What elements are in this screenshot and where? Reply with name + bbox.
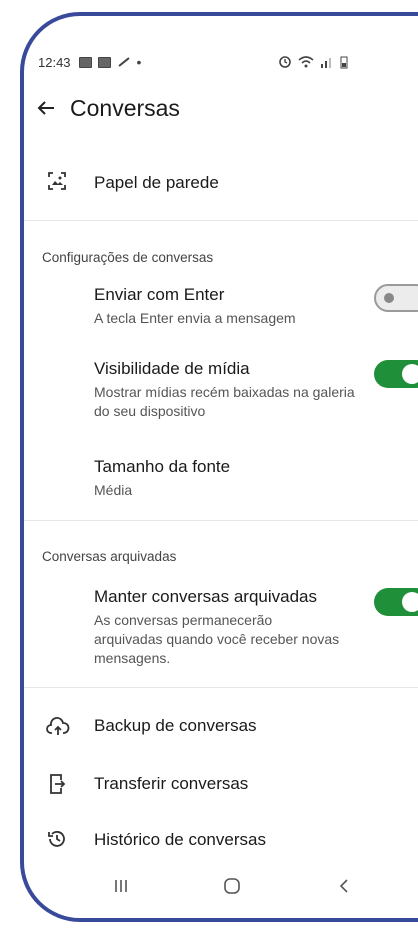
toggle-knob [402,592,418,612]
alarm-icon [279,56,291,68]
wifi-icon [298,56,314,68]
keep-archived-row[interactable]: Manter conversas arquivadas As conversas… [24,582,418,672]
home-icon[interactable] [220,874,244,898]
phone-transfer-icon [46,772,70,796]
screen: 12:43 • Conversas Papel de parede Config… [24,16,418,918]
media-icon [97,56,111,68]
page-title: Conversas [70,94,180,121]
app-bar: Conversas [34,88,180,128]
keep-archived-toggle[interactable] [374,588,418,616]
wallpaper-row[interactable]: Papel de parede [24,154,418,214]
transfer-row[interactable]: Transferir conversas [24,764,418,808]
divider [24,220,418,221]
history-icon [46,828,70,852]
phone-bezel: 12:43 • Conversas Papel de parede Config… [20,12,418,922]
history-label: Histórico de conversas [94,830,266,849]
device-frame: 12:43 • Conversas Papel de parede Config… [0,0,418,928]
system-icons [278,55,348,69]
enter-send-row[interactable]: Enviar com Enter A tecla Enter envia a m… [24,280,418,340]
back-nav-icon[interactable] [334,874,354,898]
backup-row[interactable]: Backup de conversas [24,706,418,750]
font-size-row[interactable]: Tamanho da fonte Média [24,452,418,502]
system-nav-bar [24,866,418,906]
font-size-title: Tamanho da fonte [94,457,231,476]
status-bar: 12:43 • [38,50,418,74]
toggle-knob [402,364,418,384]
notification-icons: • [78,54,142,70]
divider [24,687,418,688]
dot-icon: • [136,54,142,70]
wallpaper-icon [46,170,70,194]
transfer-label: Transferir conversas [94,774,249,793]
media-visibility-row[interactable]: Visibilidade de mídia Mostrar mídias rec… [24,354,418,434]
keep-archived-title: Manter conversas arquivadas [94,587,318,606]
battery-icon [340,56,348,68]
toggle-knob [384,293,394,303]
section-header-archived: Conversas arquivadas [42,549,177,564]
media-visibility-subtitle: Mostrar mídias recém baixadas na galeria… [94,384,355,419]
wallpaper-label: Papel de parede [94,173,219,192]
gallery-icon [78,56,92,68]
enter-send-title: Enviar com Enter [94,285,225,304]
keep-archived-subtitle: As conversas permanecerão arquivadas qua… [94,612,340,666]
back-arrow-icon[interactable] [34,96,58,120]
section-header-chat-settings: Configurações de conversas [42,250,214,265]
signal-icon [321,58,331,68]
enter-send-toggle[interactable] [374,284,418,312]
font-size-value: Média [94,482,133,498]
cloud-upload-icon [46,716,70,740]
enter-send-subtitle: A tecla Enter envia a mensagem [94,310,296,326]
media-visibility-toggle[interactable] [374,360,418,388]
brush-icon [117,57,130,67]
backup-label: Backup de conversas [94,716,257,735]
status-time: 12:43 [38,54,71,70]
divider [24,520,418,521]
recent-apps-icon[interactable] [110,874,132,898]
history-row[interactable]: Histórico de conversas [24,820,418,864]
media-visibility-title: Visibilidade de mídia [94,359,250,378]
